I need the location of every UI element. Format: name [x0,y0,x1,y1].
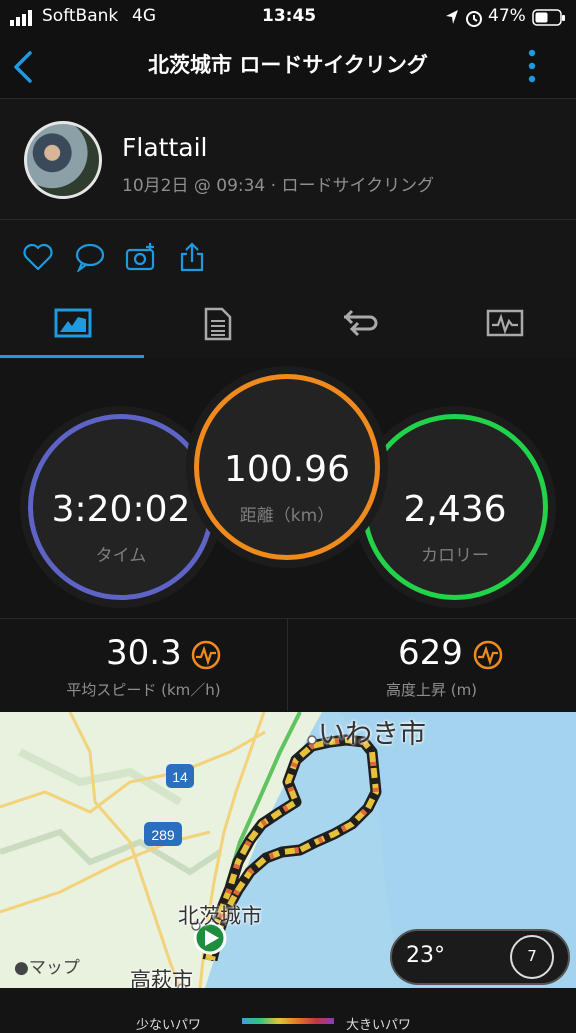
action-bar [0,220,576,291]
power-badge-icon [473,640,503,670]
wind-compass-icon: 7 [510,935,554,979]
page-title: 北茨城市 ロードサイクリング [148,53,428,77]
city-label-iwaki: いわき市 [318,719,426,750]
tab-charts[interactable] [432,290,576,358]
weather-pill[interactable]: 23° 7 [390,929,570,985]
legend-gradient [242,1018,334,1024]
elevation-label: 高度上昇 (m) [385,681,478,699]
location-icon [446,10,458,24]
more-options-icon[interactable] [524,48,540,86]
avatar[interactable] [24,121,102,199]
wind-speed-value: 7 [527,947,537,965]
navigation-bar: 北茨城市 ロードサイクリング [0,36,576,99]
temperature-value: 23° [406,943,445,968]
avg-speed-label: 平均スピード (km／h) [66,681,221,699]
distance-label: 距離（km） [239,506,335,526]
carrier-label: SoftBank [42,6,119,26]
tab-laps[interactable] [288,290,432,358]
tab-bar [0,290,576,359]
tab-overview[interactable] [0,290,144,358]
share-icon[interactable] [178,242,210,272]
battery-percent: 47% [488,6,526,26]
distance-ring[interactable]: 100.96 距離（km） [194,374,380,560]
avg-speed-stat[interactable]: 30.3 平均スピード (km／h) [0,619,288,711]
apple-icon: ● [14,958,29,978]
activity-header: Flattail 10月2日 @ 09:34 · ロードサイクリング [0,99,576,220]
battery-icon [532,9,565,26]
time-ring[interactable]: 3:20:02 タイム [28,414,214,600]
iwaki-dot [307,735,317,745]
user-name[interactable]: Flattail [122,133,207,162]
city-label-takahagi: 高萩市 [130,968,193,988]
comment-icon[interactable] [74,242,106,272]
route-map[interactable]: 14 289 いわき市 北茨城市 高萩市 ●マップ 23° 7 [0,712,576,988]
time-value: 3:20:02 [51,489,191,530]
map-attribution: ●マップ [14,953,80,978]
document-icon [204,307,232,341]
add-photo-icon[interactable] [125,242,157,272]
time-label: タイム [95,546,147,566]
stats-row: 30.3 平均スピード (km／h) 629 高度上昇 (m) [0,619,576,711]
power-badge-icon [191,640,221,670]
route-289-label: 289 [151,827,175,843]
alarm-icon [466,11,482,27]
summary-rings: 3:20:02 タイム 2,436 カロリー 100.96 距離（km） [0,358,576,619]
like-icon[interactable] [22,242,54,272]
tab-details[interactable] [144,290,288,358]
map-attribution-text: マップ [28,958,80,978]
chart-icon [486,309,524,337]
calories-ring[interactable]: 2,436 カロリー [362,414,548,600]
power-legend: 少ないパワ 大きいパワ [0,988,576,1033]
route-14-label: 14 [172,769,188,785]
network-label: 4G [132,6,156,26]
status-bar: SoftBank 4G 13:45 47% [0,0,576,36]
laps-icon [343,309,378,337]
overview-icon [54,308,92,338]
distance-value: 100.96 [224,449,350,490]
calories-value: 2,436 [403,489,507,530]
city-label-kitaibaraki: 北茨城市 [178,904,262,928]
clock: 13:45 [262,6,317,26]
avg-speed-value: 30.3 [106,633,182,673]
elevation-value: 629 [398,633,463,673]
signal-icon [10,10,32,26]
activity-meta: 10月2日 @ 09:34 · ロードサイクリング [122,176,435,196]
elevation-stat[interactable]: 629 高度上昇 (m) [288,619,575,711]
calories-label: カロリー [421,546,489,566]
